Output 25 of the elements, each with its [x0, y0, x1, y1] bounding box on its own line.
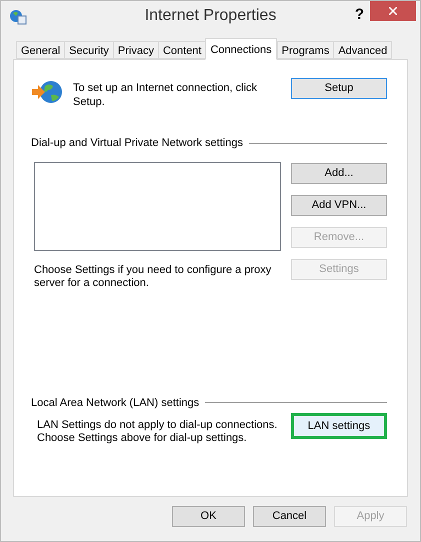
proxy-note: Choose Settings if you need to configure a proxy server for a connection.	[34, 264, 272, 290]
lan-note: LAN Settings do not apply to dial-up connections. Choose Settings above for dial-up settings.	[37, 419, 278, 445]
close-icon	[389, 7, 397, 15]
connections-list[interactable]	[34, 162, 281, 250]
help-button[interactable]: ?	[354, 4, 364, 26]
tab[interactable]: Privacy	[112, 41, 159, 59]
tab[interactable]: Advanced	[333, 41, 392, 59]
button[interactable]: Add VPN...	[291, 194, 387, 216]
tab[interactable]: Security	[64, 41, 114, 59]
tab[interactable]: Connections	[205, 38, 277, 60]
globe-icon	[31, 80, 65, 104]
tab[interactable]: General	[16, 41, 66, 59]
window-title: Internet Properties	[144, 6, 276, 26]
section-heading: Local Area Network (LAN) settings	[31, 396, 200, 410]
button[interactable]: Cancel	[253, 506, 326, 527]
tab[interactable]: Content	[158, 41, 206, 59]
button[interactable]: Setup	[291, 78, 387, 99]
button[interactable]: OK	[172, 506, 245, 527]
section-heading: Dial-up and Virtual Private Network settings	[31, 136, 243, 151]
app-icon	[9, 9, 27, 25]
tab[interactable]: Programs	[276, 41, 334, 59]
close-button[interactable]	[370, 1, 416, 21]
button[interactable]: Add...	[291, 162, 387, 184]
lan-settings-button[interactable]: LAN settings	[290, 413, 387, 439]
setup-text: To set up an Internet connection, click Setup.	[73, 81, 258, 109]
